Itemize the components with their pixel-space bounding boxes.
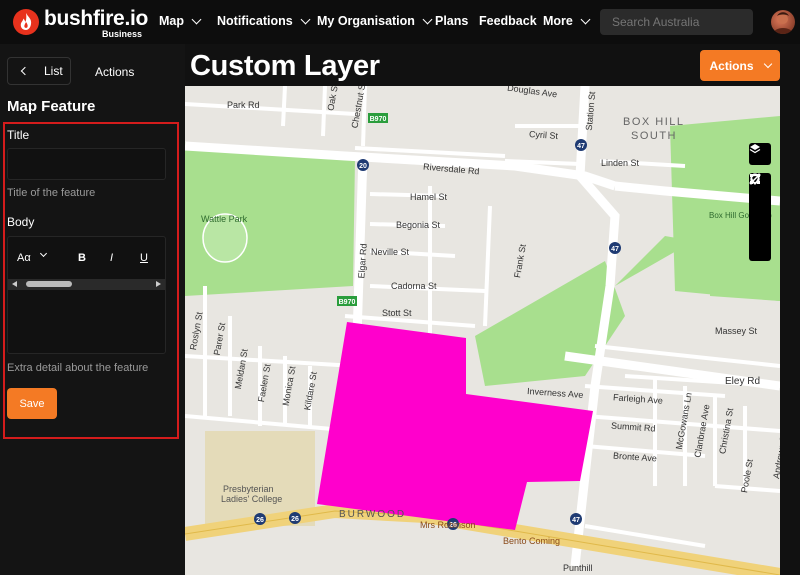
street-label: Begonia St	[396, 220, 441, 230]
bold-button[interactable]: B	[78, 252, 86, 264]
layers-control[interactable]	[749, 143, 771, 165]
nav-map-label: Map	[159, 14, 184, 28]
street-label: BURWOOD	[339, 509, 407, 520]
nav-more-label: More	[543, 14, 573, 28]
street-label: Park Rd	[227, 100, 260, 110]
scroll-left-arrow-icon[interactable]	[12, 281, 17, 287]
actions-button[interactable]: Actions	[700, 50, 780, 81]
place-label: Mrs Robinson	[420, 520, 476, 530]
nav-more[interactable]: More	[543, 14, 591, 28]
place-label: Presbyterian	[223, 484, 274, 494]
chevron-down-icon	[763, 59, 772, 69]
editor-horizontal-scrollbar[interactable]	[8, 279, 165, 290]
top-navigation-bar: bushfire.io Business Map Notifications M…	[0, 0, 800, 44]
street-label: Cadorna St	[391, 281, 437, 291]
svg-text:47: 47	[577, 143, 585, 150]
title-label: Title	[7, 128, 30, 142]
nav-map[interactable]: Map	[159, 14, 202, 28]
place-label: Bento Coming	[503, 536, 561, 546]
nav-plans[interactable]: Plans	[435, 14, 468, 28]
title-input[interactable]	[7, 148, 166, 180]
nav-notifications-label: Notifications	[217, 14, 293, 28]
svg-text:20: 20	[359, 163, 367, 170]
layers-icon[interactable]	[749, 143, 771, 165]
user-avatar[interactable]	[771, 10, 795, 34]
svg-text:26: 26	[256, 517, 264, 524]
page-title: Custom Layer	[190, 50, 380, 82]
street-label: Cyril St	[528, 129, 559, 141]
body-label: Body	[7, 215, 35, 229]
scroll-right-arrow-icon[interactable]	[156, 281, 161, 287]
chevron-down-icon	[191, 14, 202, 24]
tab-actions[interactable]: Actions	[95, 65, 134, 79]
place-label: Wattle Park	[201, 214, 248, 224]
street-label: Massey St	[715, 326, 758, 336]
map-canvas[interactable]: B970 B970 20 47 47 47 26 26 26 BOX HILL …	[185, 86, 780, 575]
chevron-down-icon	[580, 14, 591, 24]
map-marker-icon[interactable]	[749, 173, 771, 217]
chevron-down-icon	[300, 14, 311, 24]
flame-logo-icon	[13, 9, 39, 35]
font-size-button[interactable]: Aα	[17, 252, 31, 264]
nav-my-organisation-label: My Organisation	[317, 14, 415, 28]
svg-text:47: 47	[611, 246, 619, 253]
actions-button-label: Actions	[709, 58, 754, 73]
bushfire-logo[interactable]: bushfire.io Business	[10, 6, 149, 40]
chevron-down-icon	[422, 14, 433, 24]
svg-text:B970: B970	[370, 116, 387, 123]
street-label: Eley Rd	[725, 376, 761, 387]
search-input[interactable]	[600, 9, 753, 35]
save-button[interactable]: Save	[7, 388, 57, 419]
scroll-thumb[interactable]	[26, 281, 72, 287]
logo-subtitle: Business	[102, 29, 143, 39]
nav-plans-label: Plans	[435, 14, 469, 28]
street-label: Linden St	[601, 158, 640, 168]
suburb-label: BOX HILL	[623, 116, 685, 128]
street-label: Hamel St	[410, 192, 448, 202]
place-label: Ladies' College	[221, 494, 283, 504]
place-label: Punthill	[563, 563, 593, 573]
avatar-image-icon	[773, 12, 793, 34]
suburb-label: SOUTH	[631, 130, 677, 142]
street-label: Neville St	[371, 247, 410, 257]
panel-title: Map Feature	[7, 98, 96, 115]
body-hint: Extra detail about the feature	[7, 362, 149, 374]
nav-feedback-label: Feedback	[479, 14, 537, 28]
nav-notifications[interactable]: Notifications	[217, 14, 311, 28]
svg-text:26: 26	[291, 516, 299, 523]
draw-circle-icon[interactable]	[749, 174, 771, 239]
draw-rectangle-icon[interactable]	[749, 174, 771, 261]
draw-toolbar	[749, 173, 771, 261]
street-label: Stott St	[382, 308, 412, 318]
svg-text:47: 47	[572, 517, 580, 524]
nav-feedback[interactable]: Feedback	[479, 14, 537, 28]
chevron-left-icon	[20, 66, 30, 76]
logo-wordmark: bushfire.io	[44, 7, 149, 30]
tab-list[interactable]: List	[7, 57, 71, 85]
svg-text:B970: B970	[339, 299, 356, 306]
italic-button[interactable]: I	[110, 252, 113, 264]
tab-list-label: List	[44, 64, 63, 78]
nav-my-organisation[interactable]: My Organisation	[317, 14, 433, 28]
title-hint: Title of the feature	[7, 187, 96, 199]
underline-button[interactable]: U	[140, 252, 148, 264]
font-size-label: Aα	[17, 252, 31, 264]
